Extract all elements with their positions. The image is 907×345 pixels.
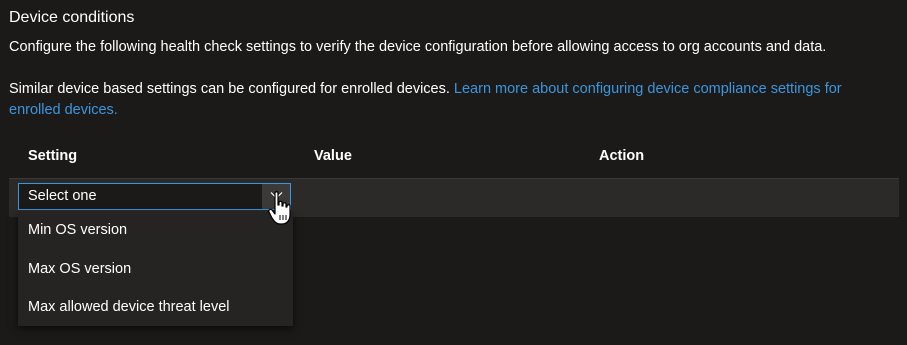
option-max-threat-level[interactable]: Max allowed device threat level — [28, 299, 230, 315]
column-header-setting: Setting — [28, 148, 78, 164]
setting-select[interactable]: Select one — [18, 183, 291, 210]
dropdown-menu: Min OS version Max OS version Max allowe… — [18, 212, 293, 326]
column-header-value: Value — [314, 148, 352, 164]
note-text: Similar device based settings can be con… — [9, 81, 454, 97]
section-title: Device conditions — [9, 9, 135, 26]
hand-pointer-icon — [268, 191, 291, 225]
option-min-os-version[interactable]: Min OS version — [28, 222, 127, 238]
column-header-action: Action — [599, 148, 645, 164]
section-description: Configure the following health check set… — [9, 39, 827, 55]
select-value: Select one — [28, 188, 97, 204]
option-max-os-version[interactable]: Max OS version — [28, 261, 131, 277]
enrolled-devices-note: Similar device based settings can be con… — [9, 79, 894, 121]
